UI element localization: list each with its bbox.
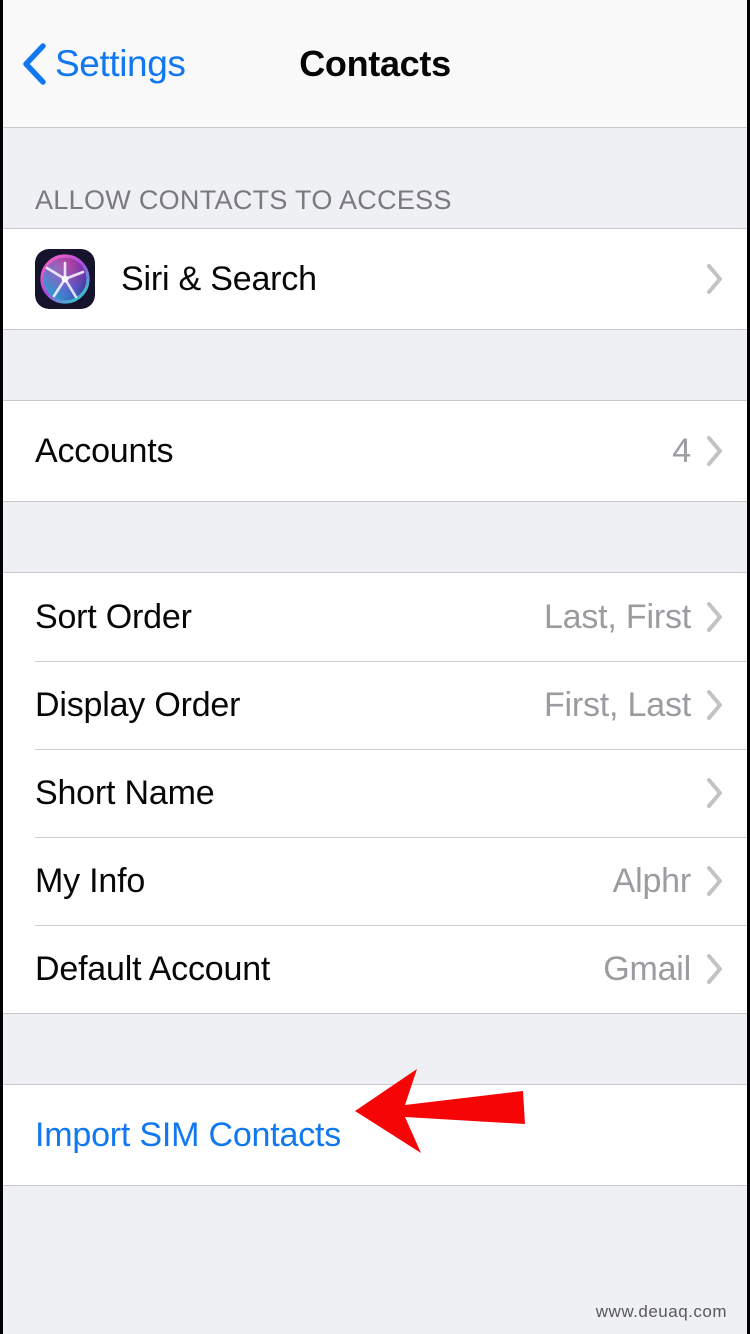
list-item-my-info[interactable]: My Info Alphr [3, 837, 747, 925]
list-item-value: Alphr [612, 861, 692, 900]
chevron-right-icon [707, 866, 722, 896]
import-sim-contacts-label: Import SIM Contacts [35, 1115, 342, 1154]
chevron-right-icon [707, 690, 722, 720]
list-item-value: Gmail [603, 949, 691, 988]
page-title: Contacts [299, 42, 451, 84]
section-header-label: ALLOW CONTACTS TO ACCESS [35, 185, 452, 215]
list-item-label: My Info [35, 861, 146, 900]
list-item-label: Siri & Search [121, 259, 317, 298]
chevron-right-icon [707, 778, 722, 808]
list-item-value: Last, First [543, 597, 691, 636]
list-item-value: First, Last [543, 685, 691, 724]
settings-group-accounts: Accounts 4 [3, 400, 747, 502]
list-item-label: Sort Order [35, 597, 192, 636]
chevron-right-icon [707, 602, 722, 632]
list-item-display-order[interactable]: Display Order First, Last [3, 661, 747, 749]
watermark: www.deuaq.com [595, 1302, 727, 1321]
section-header-allow-access: ALLOW CONTACTS TO ACCESS [3, 128, 747, 228]
list-item-label: Display Order [35, 685, 241, 724]
chevron-right-icon [707, 264, 722, 294]
settings-group-display-preferences: Sort Order Last, First Display Order Fir… [3, 572, 747, 1014]
list-item-short-name[interactable]: Short Name [3, 749, 747, 837]
list-item-label: Short Name [35, 773, 215, 812]
list-item-label: Accounts [35, 431, 174, 470]
section-gap-3 [3, 1014, 747, 1084]
list-item-default-account[interactable]: Default Account Gmail [3, 925, 747, 1013]
section-gap-1 [3, 330, 747, 400]
list-item-siri-and-search[interactable]: Siri & Search [3, 229, 747, 329]
list-item-value: 4 [672, 431, 691, 470]
section-gap-2 [3, 502, 747, 572]
list-item-sort-order[interactable]: Sort Order Last, First [3, 573, 747, 661]
list-item-label: Default Account [35, 949, 271, 988]
chevron-right-icon [707, 436, 722, 466]
list-item-accounts[interactable]: Accounts 4 [3, 401, 747, 501]
siri-icon [35, 249, 95, 309]
list-item-import-sim-contacts[interactable]: Import SIM Contacts [3, 1085, 747, 1185]
settings-group-allow-access: Siri & Search [3, 228, 747, 330]
phone-screen: Settings Contacts ALLOW CONTACTS TO ACCE… [0, 0, 750, 1334]
chevron-right-icon [707, 954, 722, 984]
settings-group-import: Import SIM Contacts [3, 1084, 747, 1186]
navigation-bar: Settings Contacts [3, 0, 747, 128]
